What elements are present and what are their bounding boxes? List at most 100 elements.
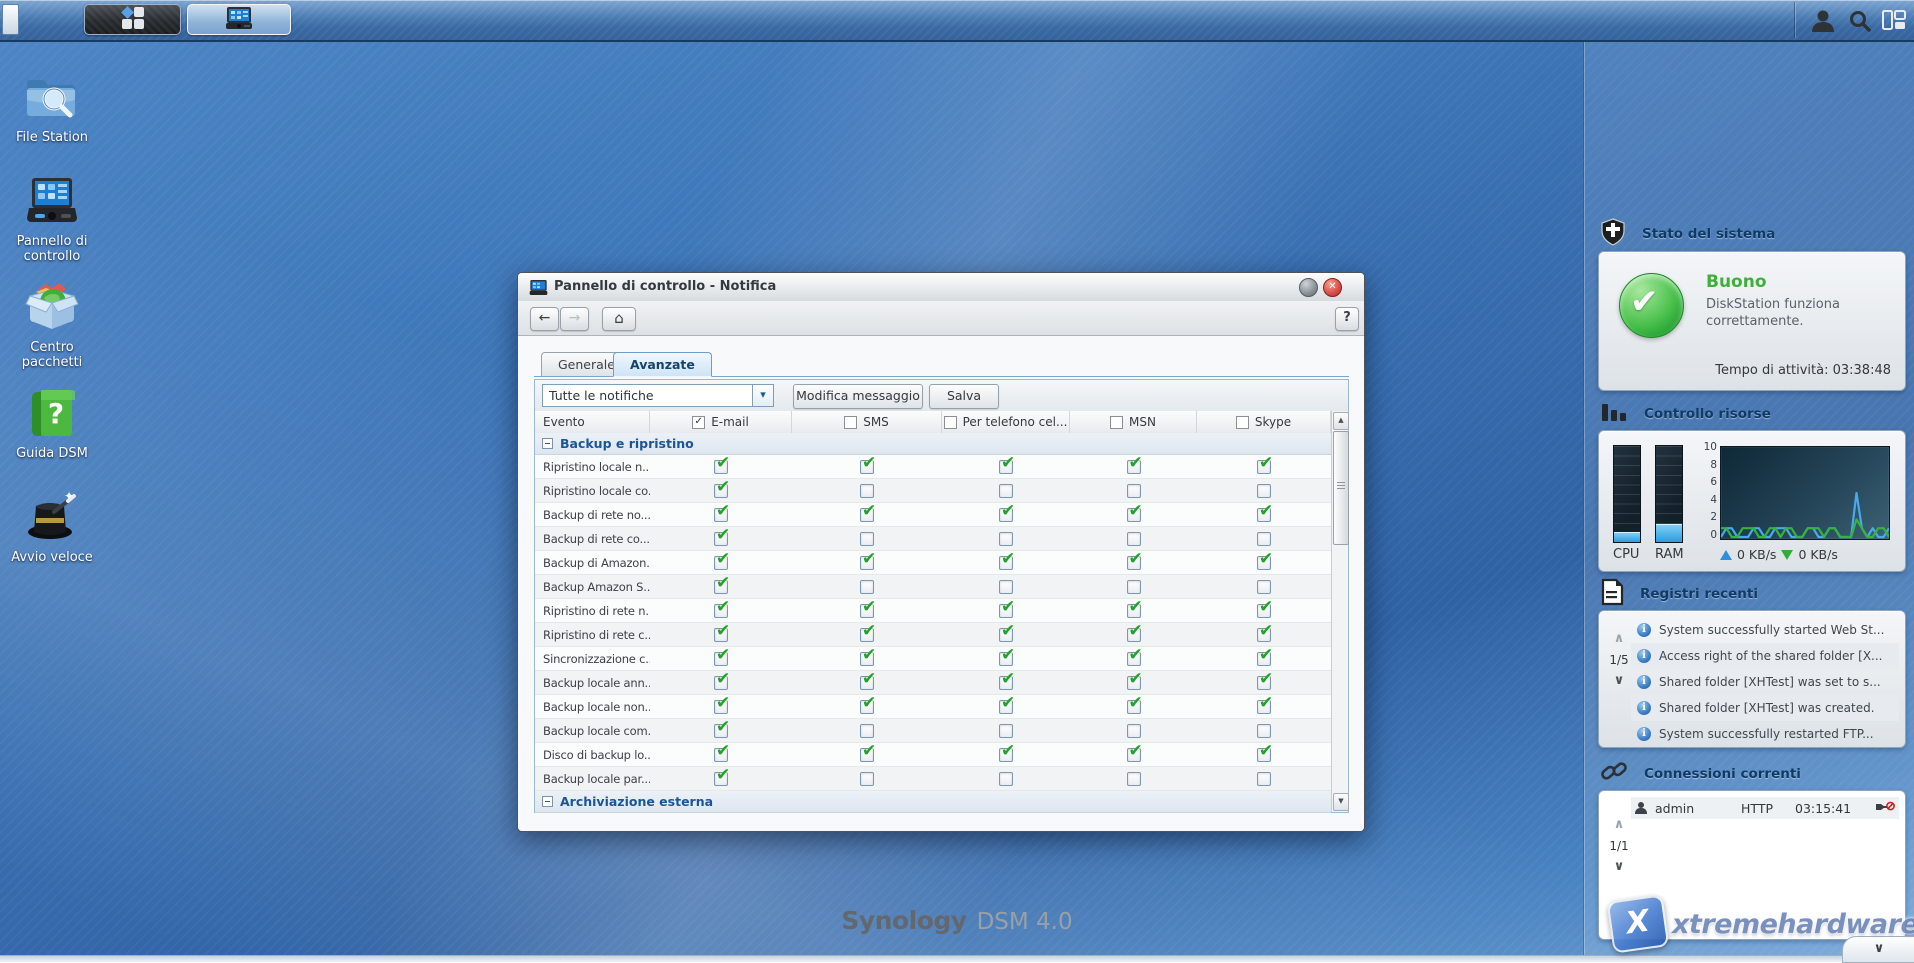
checked-checkbox[interactable] [860,652,874,666]
checked-checkbox[interactable] [999,652,1013,666]
table-row[interactable]: Backup locale par... [535,767,1331,791]
checked-checkbox[interactable] [999,676,1013,690]
unchecked-checkbox[interactable] [1127,772,1141,786]
checked-checkbox[interactable] [1257,748,1271,762]
checked-checkbox[interactable] [1127,604,1141,618]
checked-checkbox[interactable] [714,652,728,666]
group-header-backup-e-ripristino[interactable]: Backup e ripristino [535,433,1331,455]
unchecked-checkbox[interactable] [860,532,874,546]
checked-checkbox[interactable] [1257,652,1271,666]
unchecked-column-checkbox[interactable] [844,416,857,429]
scrollbar-thumb[interactable] [1333,431,1349,545]
checked-checkbox[interactable] [999,604,1013,618]
unchecked-checkbox[interactable] [1127,532,1141,546]
back-button[interactable]: ← [530,307,559,331]
recent-logs-header[interactable]: Registri recenti [1600,580,1758,608]
disconnect-icon[interactable] [1875,800,1895,817]
checked-checkbox[interactable] [1257,628,1271,642]
pager-down-icon[interactable]: ∨ [1607,671,1631,691]
checked-checkbox[interactable] [714,676,728,690]
checked-checkbox[interactable] [714,724,728,738]
taskbar-task-control-panel[interactable] [187,4,291,35]
unchecked-checkbox[interactable] [1127,724,1141,738]
table-row[interactable]: Backup di Amazon... [535,551,1331,575]
checked-checkbox[interactable] [714,460,728,474]
forward-button[interactable]: → [560,307,589,331]
table-row[interactable]: Ripristino di rete c... [535,623,1331,647]
unchecked-checkbox[interactable] [999,484,1013,498]
scroll-down-button[interactable]: ▼ [1333,793,1349,811]
checked-checkbox[interactable] [860,460,874,474]
unchecked-checkbox[interactable] [860,772,874,786]
unchecked-checkbox[interactable] [1257,772,1271,786]
checked-checkbox[interactable] [1257,676,1271,690]
tab-avanzate[interactable]: Avanzate [613,352,712,377]
checked-checkbox[interactable] [999,748,1013,762]
checked-checkbox[interactable] [714,748,728,762]
table-row[interactable]: Ripristino locale n... [535,455,1331,479]
home-button[interactable]: ⌂ [602,307,636,331]
checked-checkbox[interactable] [860,628,874,642]
pager-up-icon[interactable]: ∧ [1607,815,1631,835]
checked-checkbox[interactable] [1127,508,1141,522]
user-menu-button[interactable] [1810,8,1836,36]
checked-checkbox[interactable] [1127,556,1141,570]
checked-checkbox[interactable] [714,556,728,570]
table-row[interactable]: Backup locale ann... [535,671,1331,695]
minimize-button[interactable] [1299,278,1318,297]
log-entry[interactable]: iShared folder [XHTest] was set to s... [1631,669,1899,695]
checked-checkbox[interactable] [714,604,728,618]
unchecked-checkbox[interactable] [999,580,1013,594]
checked-checkbox[interactable] [714,700,728,714]
unchecked-checkbox[interactable] [860,484,874,498]
unchecked-checkbox[interactable] [999,724,1013,738]
checked-checkbox[interactable] [714,628,728,642]
unchecked-checkbox[interactable] [999,772,1013,786]
checked-checkbox[interactable] [999,460,1013,474]
main-menu-button[interactable] [84,4,181,35]
notification-filter-select[interactable]: Tutte le notifiche ▾ [542,384,774,407]
checked-checkbox[interactable] [999,556,1013,570]
collapse-icon[interactable] [542,796,553,807]
checked-checkbox[interactable] [1127,676,1141,690]
checked-checkbox[interactable] [714,532,728,546]
log-entry[interactable]: iShared folder [XHTest] was created. [1631,695,1899,721]
unchecked-checkbox[interactable] [999,532,1013,546]
desktop-icon-file-station[interactable]: File Station [0,72,104,145]
table-row[interactable]: Backup locale com... [535,719,1331,743]
search-button[interactable] [1848,9,1872,37]
column-header-e-mail[interactable]: ✓E-mail [650,411,792,433]
checked-checkbox[interactable] [1127,460,1141,474]
checked-checkbox[interactable] [1127,628,1141,642]
scroll-up-button[interactable]: ▲ [1333,412,1349,430]
log-entry[interactable]: iSystem successfully started Web St... [1631,617,1899,643]
resource-monitor-header[interactable]: Controllo risorse [1600,400,1771,428]
checked-checkbox[interactable] [714,508,728,522]
table-row[interactable]: Disco di backup lo... [535,743,1331,767]
pager-up-icon[interactable]: ∧ [1607,629,1631,649]
unchecked-checkbox[interactable] [860,580,874,594]
checked-checkbox[interactable] [714,580,728,594]
desktop-icon-control-panel[interactable]: Pannello di controllo [0,176,104,264]
table-row[interactable]: Backup di rete co... [535,527,1331,551]
checked-checkbox[interactable] [714,484,728,498]
chevron-down-icon[interactable]: ▾ [752,385,773,406]
checked-checkbox[interactable] [860,556,874,570]
checked-checkbox[interactable] [860,676,874,690]
unchecked-checkbox[interactable] [1127,484,1141,498]
checked-checkbox[interactable] [1257,604,1271,618]
unchecked-column-checkbox[interactable] [1236,416,1249,429]
table-row[interactable]: Sincronizzazione c... [535,647,1331,671]
unchecked-column-checkbox[interactable] [944,416,957,429]
save-button[interactable]: Salva [929,384,999,409]
column-header-sms[interactable]: SMS [792,411,942,433]
checked-checkbox[interactable] [860,748,874,762]
unchecked-checkbox[interactable] [1257,532,1271,546]
checked-checkbox[interactable] [714,772,728,786]
column-header-evento[interactable]: Evento [535,411,650,433]
table-row[interactable]: Backup di rete no... [535,503,1331,527]
connection-row[interactable]: admin HTTP 03:15:41 [1631,797,1899,819]
table-row[interactable]: Backup locale non... [535,695,1331,719]
checked-column-checkbox[interactable]: ✓ [692,416,705,429]
checked-checkbox[interactable] [1127,652,1141,666]
